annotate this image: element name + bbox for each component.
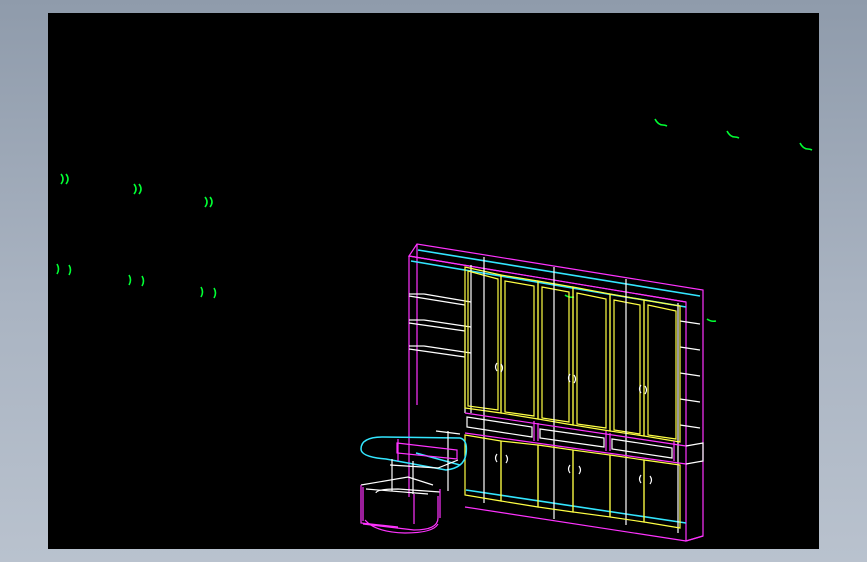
corner-desk — [360, 436, 468, 471]
cad-viewport[interactable] — [48, 13, 819, 549]
cabinet-wireframe — [360, 243, 704, 542]
cad-drawing — [56, 118, 813, 542]
upper-doors — [464, 266, 681, 443]
left-shelves — [408, 265, 472, 413]
green-annotation-marks — [56, 118, 813, 323]
bracket-glyph — [204, 196, 213, 208]
paren-glyph — [128, 274, 145, 287]
right-shelves — [677, 303, 701, 533]
corner-desk-frame — [360, 430, 461, 495]
leaf-glyph — [706, 318, 717, 323]
leaf-glyph — [654, 118, 668, 127]
top-band — [410, 249, 701, 524]
paren-glyph — [56, 263, 72, 276]
leaf-glyph — [799, 142, 813, 151]
bracket-glyph — [60, 173, 69, 185]
bracket-glyph — [133, 183, 142, 195]
paren-glyph — [200, 286, 217, 299]
door-handles — [494, 362, 648, 395]
lower-doors — [464, 434, 681, 529]
leaf-glyph — [726, 130, 740, 139]
drawer-rail — [464, 412, 687, 465]
